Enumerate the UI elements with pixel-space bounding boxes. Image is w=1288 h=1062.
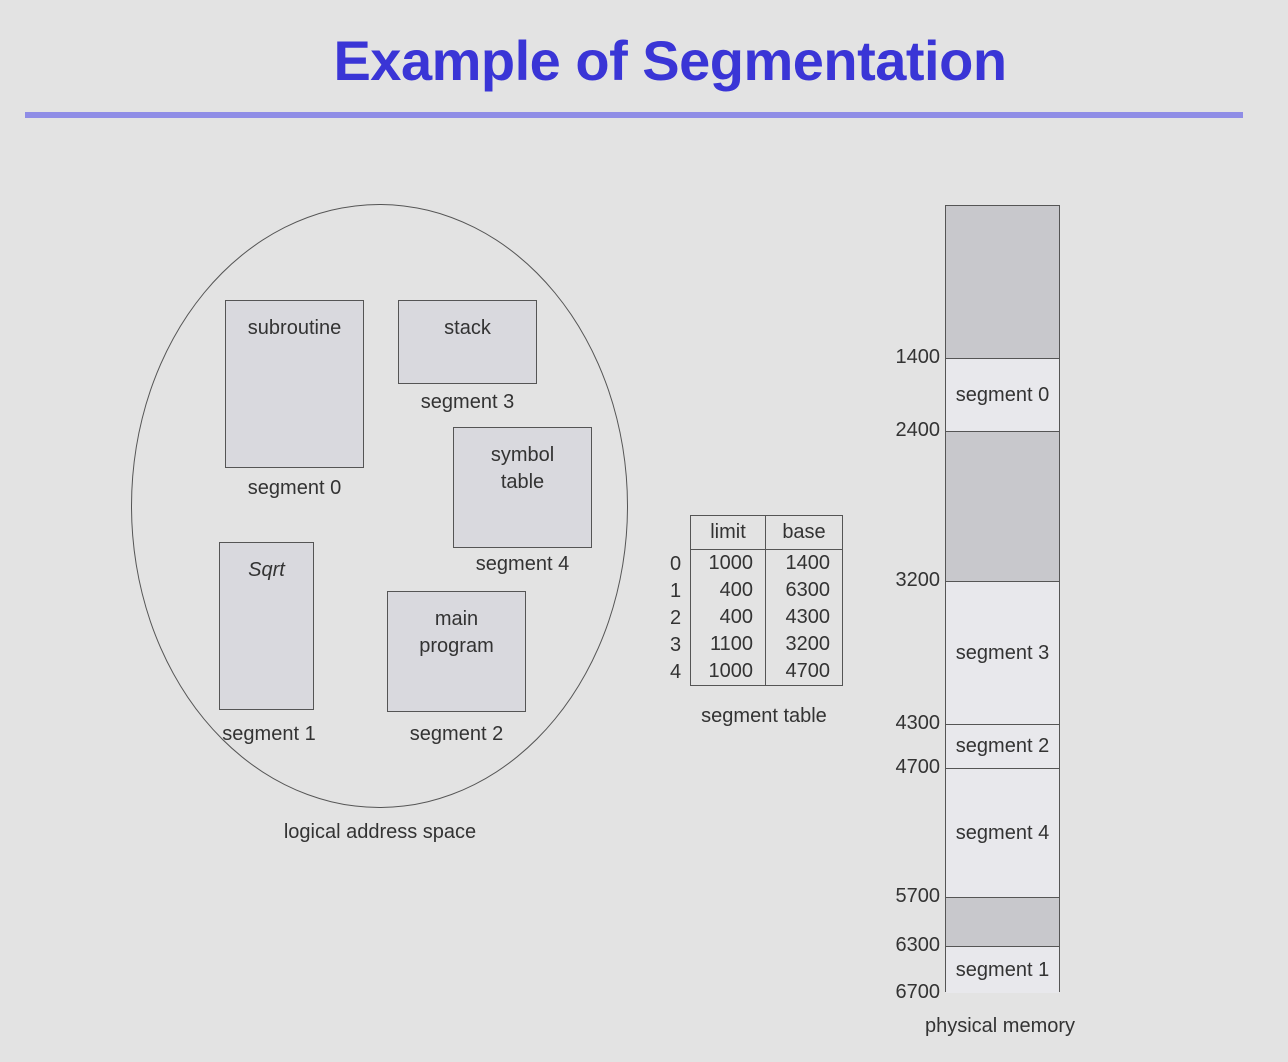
segment-box-sqrt: Sqrt bbox=[219, 542, 314, 710]
logical-address-space-caption: logical address space bbox=[283, 821, 477, 843]
table-row: 400 6300 bbox=[690, 577, 843, 604]
title-divider bbox=[25, 112, 1243, 118]
memory-block-label: segment 1 bbox=[955, 958, 1050, 981]
memory-free-block bbox=[946, 431, 1059, 581]
table-row: 1000 1400 bbox=[690, 549, 843, 577]
segment-text: main program bbox=[419, 608, 494, 657]
segment-table: limit base 1000 1400 400 6300 400 4300 1… bbox=[690, 515, 843, 686]
segment-table-index: 2 bbox=[670, 607, 682, 629]
memory-address-label: 1400 bbox=[895, 346, 941, 368]
physical-memory-column: segment 0 segment 3 segment 2 segment 4 segm… bbox=[945, 205, 1060, 993]
segment-table-index: 4 bbox=[670, 661, 682, 683]
memory-segment-block: segment 4 bbox=[946, 768, 1059, 897]
segment-caption: segment 2 bbox=[409, 723, 504, 745]
base-cell: 1400 bbox=[765, 549, 843, 577]
memory-address-label: 5700 bbox=[895, 885, 941, 907]
memory-address-label: 6300 bbox=[895, 934, 941, 956]
memory-block-label: segment 0 bbox=[955, 383, 1050, 406]
base-header: base bbox=[765, 515, 843, 550]
memory-free-block bbox=[946, 206, 1059, 358]
memory-address-label: 4700 bbox=[895, 756, 941, 778]
physical-memory-caption: physical memory bbox=[924, 1015, 1076, 1037]
segment-caption: segment 3 bbox=[420, 391, 515, 413]
segment-table-index: 1 bbox=[670, 580, 682, 602]
segment-box-main-program: main program bbox=[387, 591, 526, 712]
segment-table-header: limit base bbox=[690, 515, 843, 550]
base-cell: 4300 bbox=[765, 604, 843, 631]
table-row: 1100 3200 bbox=[690, 631, 843, 658]
segment-box-subroutine: subroutine bbox=[225, 300, 364, 468]
segment-caption: segment 4 bbox=[475, 553, 570, 575]
limit-cell: 1000 bbox=[690, 658, 766, 686]
slide-title: Example of Segmentation bbox=[333, 29, 1007, 92]
segment-caption: segment 1 bbox=[222, 723, 316, 745]
memory-segment-block: segment 1 bbox=[946, 946, 1059, 993]
table-row: 1000 4700 bbox=[690, 658, 843, 686]
segment-caption: segment 0 bbox=[247, 477, 342, 499]
segment-text: stack bbox=[444, 317, 491, 339]
memory-address-label: 2400 bbox=[895, 419, 941, 441]
base-cell: 3200 bbox=[765, 631, 843, 658]
base-cell: 4700 bbox=[765, 658, 843, 686]
segment-text: symbol table bbox=[490, 444, 555, 493]
memory-address-label: 4300 bbox=[895, 712, 941, 734]
memory-address-label: 6700 bbox=[895, 981, 941, 1003]
segment-table-index: 3 bbox=[670, 634, 682, 656]
limit-cell: 400 bbox=[690, 577, 766, 604]
base-cell: 6300 bbox=[765, 577, 843, 604]
memory-segment-block: segment 0 bbox=[946, 358, 1059, 431]
segment-box-symbol-table: symbol table bbox=[453, 427, 592, 548]
segment-text: subroutine bbox=[247, 317, 342, 339]
memory-segment-block: segment 2 bbox=[946, 724, 1059, 768]
segment-table-index: 0 bbox=[670, 553, 682, 575]
segment-text: Sqrt bbox=[248, 559, 285, 581]
memory-block-label: segment 4 bbox=[955, 821, 1050, 844]
limit-cell: 1100 bbox=[690, 631, 766, 658]
memory-block-label: segment 3 bbox=[955, 641, 1050, 664]
limit-cell: 1000 bbox=[690, 549, 766, 577]
limit-header: limit bbox=[690, 515, 766, 550]
memory-address-label: 3200 bbox=[895, 569, 941, 591]
memory-segment-block: segment 3 bbox=[946, 581, 1059, 724]
memory-free-block bbox=[946, 897, 1059, 946]
table-row: 400 4300 bbox=[690, 604, 843, 631]
memory-block-label: segment 2 bbox=[955, 735, 1050, 757]
limit-cell: 400 bbox=[690, 604, 766, 631]
segment-table-caption: segment table bbox=[701, 705, 827, 727]
segment-box-stack: stack bbox=[398, 300, 537, 384]
